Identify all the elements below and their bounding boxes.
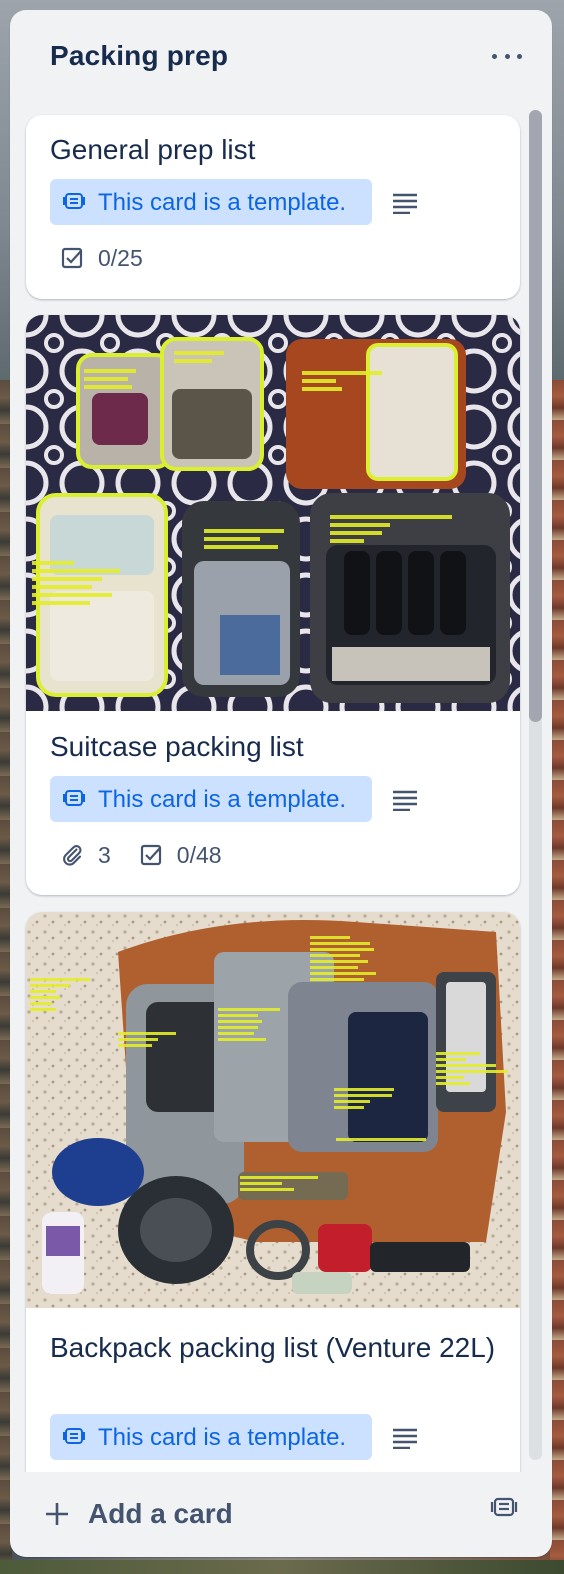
checklist-icon xyxy=(140,844,161,866)
card-backpack-packing-list[interactable]: Backpack packing list (Venture 22L) This… xyxy=(26,912,520,1472)
checklist-badge: 0/25 xyxy=(60,245,143,272)
description-icon xyxy=(393,193,417,214)
background-photo-bottom xyxy=(0,1560,564,1574)
checklist-count: 0/48 xyxy=(176,841,222,868)
cards-area[interactable]: General prep list This card is a templat… xyxy=(10,102,552,1472)
checklist-count: 0/25 xyxy=(98,244,143,271)
template-badge-label: This card is a template. xyxy=(98,189,347,216)
attachments-count: 3 xyxy=(98,841,111,868)
list-menu-button[interactable] xyxy=(492,46,522,66)
card-general-prep-list[interactable]: General prep list This card is a templat… xyxy=(26,115,520,299)
card-title: Backpack packing list (Venture 22L) xyxy=(50,1332,496,1363)
description-icon xyxy=(393,790,417,811)
list-packing-prep: Packing prep General prep list This card… xyxy=(10,10,552,1557)
card-template-icon xyxy=(63,193,85,209)
card-cover-image xyxy=(26,912,520,1308)
checklist-badge: 0/48 xyxy=(139,842,222,869)
card-badges: 0/25 xyxy=(60,243,171,273)
template-badge-label: This card is a template. xyxy=(98,786,347,813)
list-title[interactable]: Packing prep xyxy=(50,40,228,72)
card-badges: 3 0/48 xyxy=(60,840,250,870)
paperclip-icon xyxy=(63,844,82,866)
description-icon xyxy=(393,1428,417,1449)
template-badge: This card is a template. xyxy=(50,776,372,822)
card-suitcase-packing-list[interactable]: Suitcase packing list This card is a tem… xyxy=(26,315,520,895)
scrollbar-thumb[interactable] xyxy=(529,110,542,722)
attachments-badge: 3 xyxy=(60,842,111,869)
card-template-icon[interactable] xyxy=(490,1494,518,1522)
checklist-icon xyxy=(61,247,83,269)
card-template-icon xyxy=(63,1428,85,1444)
suitcase-cover-photo xyxy=(26,315,520,711)
more-dot xyxy=(504,53,510,59)
list-header: Packing prep xyxy=(10,10,552,102)
list-scrollbar[interactable] xyxy=(529,110,542,1460)
add-card-button[interactable]: Add a card xyxy=(32,1488,472,1540)
add-card-label: Add a card xyxy=(88,1498,233,1529)
plus-icon xyxy=(46,1503,68,1525)
template-badge: This card is a template. xyxy=(50,179,372,225)
more-horizontal-icon xyxy=(492,53,497,59)
template-badge: This card is a template. xyxy=(50,1414,372,1460)
list-footer: Add a card xyxy=(10,1472,552,1557)
template-badge-label: This card is a template. xyxy=(98,1424,347,1451)
more-dot xyxy=(517,53,522,59)
background-photo-right xyxy=(550,380,564,1574)
card-title: Suitcase packing list xyxy=(50,731,304,762)
card-template-icon xyxy=(63,790,85,806)
card-title: General prep list xyxy=(50,134,256,165)
backpack-cover-photo xyxy=(26,912,520,1308)
card-cover-image xyxy=(26,315,520,711)
